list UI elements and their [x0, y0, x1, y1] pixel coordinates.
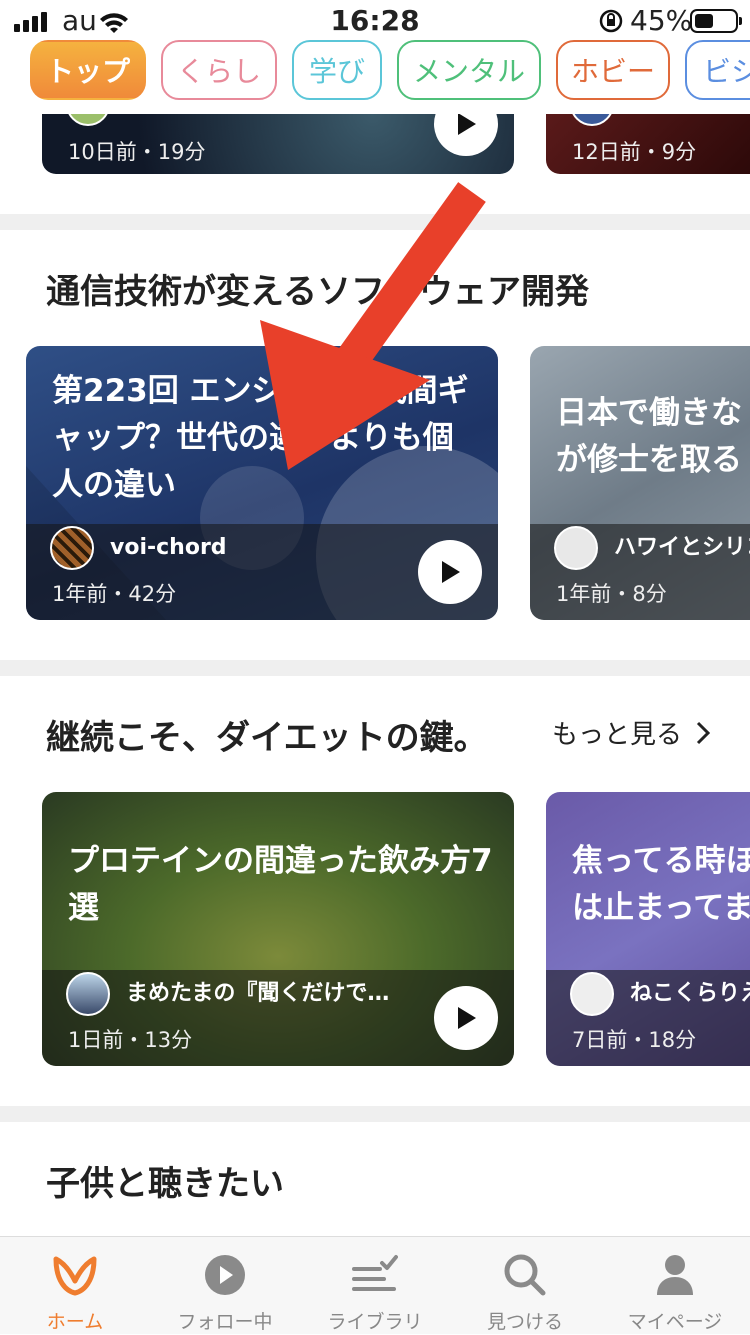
episode-card[interactable]: 焦ってる時ほは止まってま ねこくらりえ 7日前・18分: [546, 792, 750, 1066]
tab-top[interactable]: トップ: [30, 40, 146, 100]
library-icon: [352, 1255, 398, 1291]
episode-title: プロテインの間違った飲み方7選: [68, 843, 493, 926]
episode-card[interactable]: プロテインの間違った飲み方7選 まめたまの『聞くだけで… 1日前・13分: [42, 792, 514, 1066]
rotation-lock-icon: [598, 8, 624, 41]
episode-meta: 7日前・18分: [572, 1028, 697, 1052]
play-button[interactable]: [418, 540, 482, 604]
tab-manabi[interactable]: 学び: [292, 40, 382, 100]
tab-label: くらし: [177, 55, 262, 88]
tab-label: ビシ: [703, 55, 750, 88]
nav-label: 見つける: [486, 1311, 563, 1333]
episode-card[interactable]: 第223回 エンジニア世代間ギャップ？世代の違いよりも個人の違い voi-cho…: [26, 346, 498, 620]
avatar: [50, 526, 94, 570]
tab-business[interactable]: ビシ: [685, 40, 750, 100]
tab-label: ホビー: [571, 55, 656, 88]
nav-discover[interactable]: 見つける: [450, 1237, 600, 1335]
play-icon: [458, 1007, 476, 1029]
play-button[interactable]: [434, 986, 498, 1050]
battery-icon: [690, 9, 742, 33]
podcast-author: voi-chord: [110, 535, 227, 560]
tab-mental[interactable]: メンタル: [397, 40, 541, 100]
play-circle-icon: [205, 1255, 245, 1295]
episode-card[interactable]: 12日前・9分: [546, 114, 750, 174]
avatar: [66, 972, 110, 1016]
nav-label: フォロー中: [177, 1311, 273, 1333]
status-bar: au 16:28 45%: [0, 0, 750, 40]
see-more-link[interactable]: もっと見る: [552, 714, 711, 751]
episode-meta: 1年前・42分: [52, 582, 177, 606]
episode-meta: 1日前・13分: [68, 1028, 193, 1052]
nav-home[interactable]: ホーム: [0, 1237, 150, 1335]
play-icon: [458, 114, 476, 135]
tab-label: 学び: [309, 55, 366, 88]
episode-title: 第223回 エンジニア世代間ギャップ？世代の違いよりも個人の違い: [52, 373, 469, 503]
podcast-author: ハワイとシリコ: [614, 535, 750, 560]
nav-label: マイページ: [627, 1311, 723, 1333]
tab-label: メンタル: [413, 55, 526, 88]
section-divider: [0, 1106, 750, 1122]
section-divider: [0, 214, 750, 230]
episode-meta: 1年前・8分: [556, 582, 667, 606]
episode-card[interactable]: 10日前・19分: [42, 114, 514, 174]
nav-label: ライブラリ: [327, 1311, 423, 1333]
podcast-author: まめたまの『聞くだけで…: [126, 981, 390, 1006]
person-icon: [657, 1255, 693, 1295]
battery-percent: 45%: [630, 4, 693, 37]
episode-title: 日本で働きなが修士を取る: [556, 395, 742, 478]
podcast-author: ねこくらりえ: [630, 981, 750, 1006]
play-icon: [442, 561, 460, 583]
nav-library[interactable]: ライブラリ: [300, 1237, 450, 1335]
nav-mypage[interactable]: マイページ: [600, 1237, 750, 1335]
play-button[interactable]: [434, 114, 498, 156]
category-tabs: トップ くらし 学び メンタル ホビー ビシ: [30, 40, 750, 100]
episode-title: 焦ってる時ほは止まってま: [572, 843, 750, 926]
avatar: [570, 972, 614, 1016]
search-icon: [504, 1254, 546, 1296]
section-divider: [0, 660, 750, 676]
avatar: [554, 526, 598, 570]
episode-meta: 12日前・9分: [572, 140, 697, 164]
episode-meta: 10日前・19分: [68, 140, 206, 164]
chevron-right-icon: [696, 721, 711, 744]
avatar: [570, 114, 614, 126]
episode-card[interactable]: 日本で働きなが修士を取る ハワイとシリコ 1年前・8分: [530, 346, 750, 620]
nav-label: ホーム: [46, 1311, 104, 1333]
avatar: [66, 114, 110, 126]
section-title: 子供と聴きたい: [46, 1164, 284, 1204]
tab-kurashi[interactable]: くらし: [161, 40, 277, 100]
see-more-label: もっと見る: [552, 720, 683, 750]
tab-label: トップ: [46, 55, 131, 88]
home-icon: [53, 1256, 97, 1296]
nav-following[interactable]: フォロー中: [150, 1237, 300, 1335]
section-title: 継続こそ、ダイエットの鍵。: [46, 718, 488, 758]
section-title: 通信技術が変えるソフトウェア開発: [46, 272, 589, 312]
tab-hobby[interactable]: ホビー: [556, 40, 670, 100]
bottom-navigation: ホーム フォロー中 ライブラリ 見つける マイページ: [0, 1236, 750, 1334]
